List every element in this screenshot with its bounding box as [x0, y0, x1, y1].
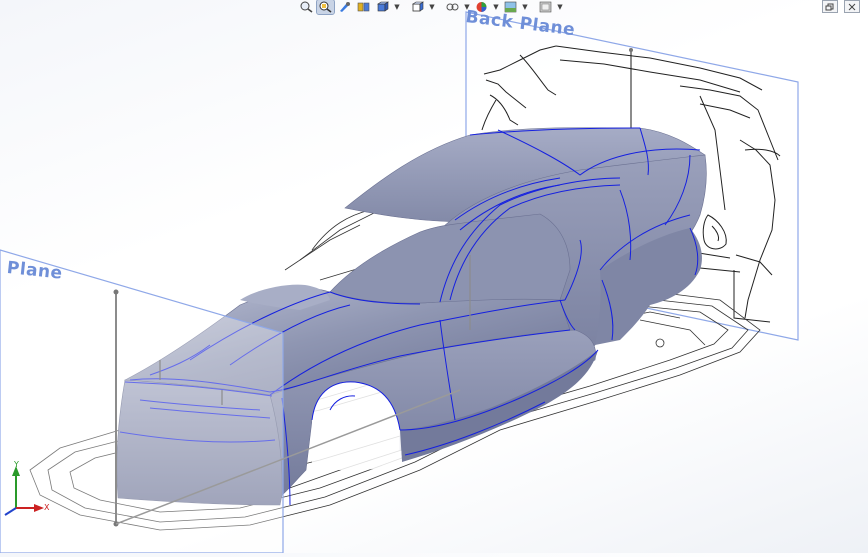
view-orientation-icon[interactable] — [374, 0, 391, 14]
graphics-area[interactable]: Back Plane Plane Y X — [0, 0, 868, 554]
apply-scene-icon[interactable] — [502, 0, 519, 14]
heads-up-view-toolbar: ▼ ▼ ▼ ▼ ▼ ▼ — [298, 0, 564, 15]
viewport-window-controls — [822, 0, 860, 13]
view-settings-dropdown-icon[interactable]: ▼ — [556, 0, 564, 14]
close-icon[interactable] — [844, 0, 860, 13]
edit-appearance-dropdown-icon[interactable]: ▼ — [492, 0, 500, 14]
zoom-to-fit-icon[interactable] — [298, 0, 315, 14]
display-style-icon[interactable] — [409, 0, 426, 14]
display-style-dropdown-icon[interactable]: ▼ — [428, 0, 436, 14]
previous-view-icon[interactable] — [336, 0, 353, 14]
view-orientation-dropdown-icon[interactable]: ▼ — [393, 0, 401, 14]
apply-scene-dropdown-icon[interactable]: ▼ — [521, 0, 529, 14]
edit-appearance-icon[interactable] — [473, 0, 490, 14]
section-view-icon[interactable] — [355, 0, 372, 14]
model-view — [0, 11, 799, 554]
triad-x-label: X — [44, 503, 50, 512]
triad-y-label: Y — [14, 460, 19, 469]
hide-show-items-icon[interactable] — [444, 0, 461, 14]
zoom-area-icon[interactable] — [316, 0, 335, 15]
restore-icon[interactable] — [822, 0, 838, 13]
hide-show-dropdown-icon[interactable]: ▼ — [463, 0, 471, 14]
view-settings-icon[interactable] — [537, 0, 554, 14]
